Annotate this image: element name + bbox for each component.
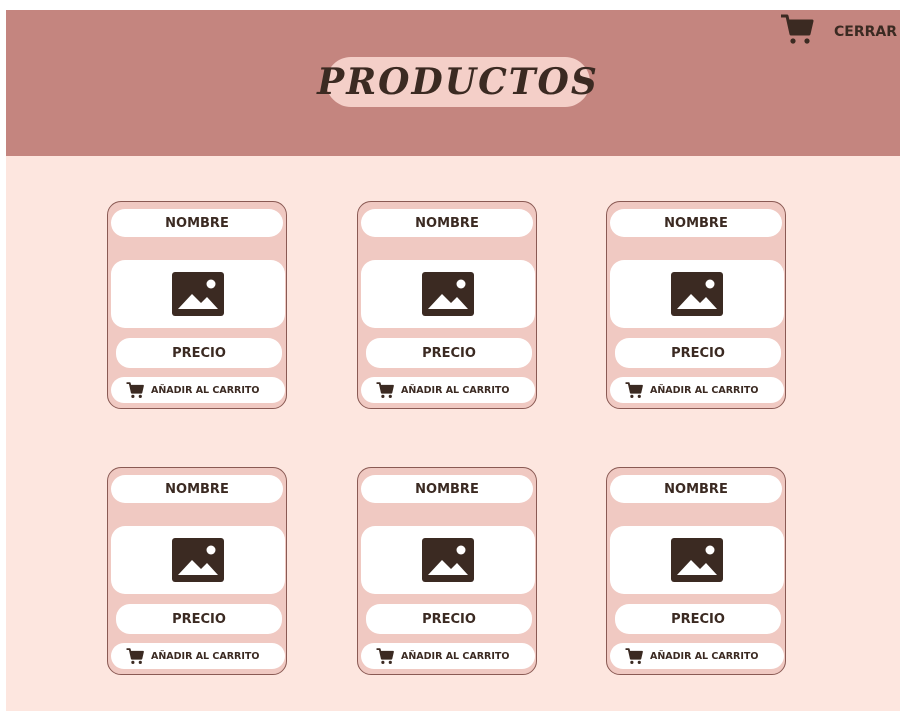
product-name: NOMBRE: [610, 209, 782, 237]
product-image: [610, 526, 784, 594]
add-to-cart-button[interactable]: AÑADIR AL CARRITO: [361, 643, 535, 669]
add-to-cart-label: AÑADIR AL CARRITO: [650, 650, 759, 662]
product-image: [361, 260, 535, 328]
product-name: NOMBRE: [111, 475, 283, 503]
add-to-cart-button[interactable]: AÑADIR AL CARRITO: [111, 377, 285, 403]
product-name: NOMBRE: [111, 209, 283, 237]
product-card: NOMBRE PRECIO AÑADIR AL CARRITO: [107, 201, 287, 409]
image-placeholder-icon: [422, 538, 474, 582]
product-price: PRECIO: [366, 338, 532, 368]
product-image: [610, 260, 784, 328]
add-to-cart-button[interactable]: AÑADIR AL CARRITO: [610, 643, 784, 669]
add-to-cart-label: AÑADIR AL CARRITO: [401, 650, 510, 662]
cart-icon[interactable]: [779, 12, 815, 46]
image-placeholder-icon: [172, 272, 224, 316]
header-bar: PRODUCTOS CERRAR: [6, 10, 900, 156]
cart-icon: [376, 648, 394, 664]
add-to-cart-label: AÑADIR AL CARRITO: [151, 384, 260, 396]
image-placeholder-icon: [422, 272, 474, 316]
product-price: PRECIO: [366, 604, 532, 634]
cart-icon: [126, 648, 144, 664]
image-placeholder-icon: [172, 538, 224, 582]
add-to-cart-label: AÑADIR AL CARRITO: [401, 384, 510, 396]
product-card: NOMBRE PRECIO AÑADIR AL CARRITO: [606, 467, 786, 675]
product-image: [111, 260, 285, 328]
page-title: PRODUCTOS: [317, 61, 599, 103]
product-price: PRECIO: [615, 604, 781, 634]
product-name: NOMBRE: [361, 209, 533, 237]
product-image: [361, 526, 535, 594]
product-card: NOMBRE PRECIO AÑADIR AL CARRITO: [357, 467, 537, 675]
product-card: NOMBRE PRECIO AÑADIR AL CARRITO: [107, 467, 287, 675]
cart-icon: [126, 382, 144, 398]
image-placeholder-icon: [671, 538, 723, 582]
cart-icon: [625, 648, 643, 664]
product-card: NOMBRE PRECIO AÑADIR AL CARRITO: [606, 201, 786, 409]
product-price: PRECIO: [116, 338, 282, 368]
products-screen: PRODUCTOS CERRAR NOMBRE PRECIO AÑADIR AL…: [6, 10, 900, 711]
cart-icon: [625, 382, 643, 398]
product-name: NOMBRE: [361, 475, 533, 503]
product-card: NOMBRE PRECIO AÑADIR AL CARRITO: [357, 201, 537, 409]
cart-icon: [376, 382, 394, 398]
add-to-cart-button[interactable]: AÑADIR AL CARRITO: [361, 377, 535, 403]
add-to-cart-button[interactable]: AÑADIR AL CARRITO: [111, 643, 285, 669]
product-price: PRECIO: [615, 338, 781, 368]
add-to-cart-label: AÑADIR AL CARRITO: [650, 384, 759, 396]
product-image: [111, 526, 285, 594]
image-placeholder-icon: [671, 272, 723, 316]
page-title-pill: PRODUCTOS: [317, 57, 597, 107]
add-to-cart-label: AÑADIR AL CARRITO: [151, 650, 260, 662]
product-name: NOMBRE: [610, 475, 782, 503]
add-to-cart-button[interactable]: AÑADIR AL CARRITO: [610, 377, 784, 403]
product-price: PRECIO: [116, 604, 282, 634]
close-button[interactable]: CERRAR: [834, 24, 897, 40]
